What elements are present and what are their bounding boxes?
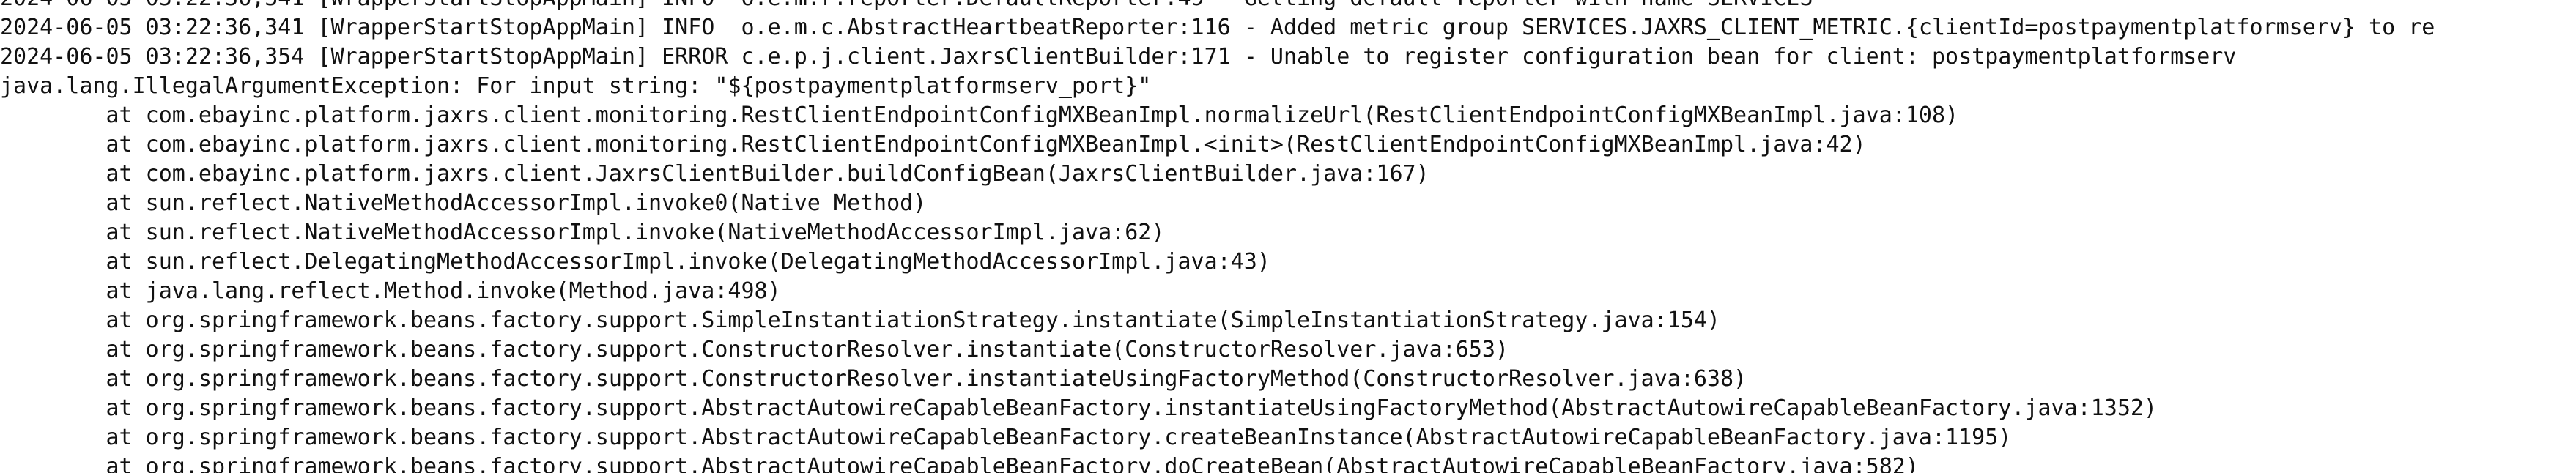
stack-frame-8: at org.springframework.beans.factory.sup… bbox=[0, 337, 1509, 362]
log-line-0: 2024-06-05 03:22:36,341 [WrapperStartSto… bbox=[0, 0, 2576, 13]
stack-frame-12: at org.springframework.beans.factory.sup… bbox=[0, 454, 1919, 473]
log-line-3: java.lang.IllegalArgumentException: For … bbox=[0, 73, 1152, 99]
stack-frame-5: at sun.reflect.DelegatingMethodAccessorI… bbox=[0, 249, 1270, 275]
stack-frame-0: at com.ebayinc.platform.jaxrs.client.mon… bbox=[0, 103, 1959, 128]
log-line-1: 2024-06-05 03:22:36,341 [WrapperStartSto… bbox=[0, 15, 2435, 40]
log-output: 2024-06-05 03:22:36,341 [WrapperStartSto… bbox=[0, 0, 2576, 473]
stack-frame-3: at sun.reflect.NativeMethodAccessorImpl.… bbox=[0, 190, 927, 216]
stack-frame-1: at com.ebayinc.platform.jaxrs.client.mon… bbox=[0, 132, 1866, 157]
stack-frame-10: at org.springframework.beans.factory.sup… bbox=[0, 395, 2158, 421]
stack-frame-2: at com.ebayinc.platform.jaxrs.client.Jax… bbox=[0, 161, 1429, 187]
stack-frame-7: at org.springframework.beans.factory.sup… bbox=[0, 308, 1720, 333]
stack-frame-6: at java.lang.reflect.Method.invoke(Metho… bbox=[0, 278, 781, 304]
stack-frame-4: at sun.reflect.NativeMethodAccessorImpl.… bbox=[0, 220, 1165, 245]
log-line-2: 2024-06-05 03:22:36,354 [WrapperStartSto… bbox=[0, 44, 2237, 70]
stack-frame-9: at org.springframework.beans.factory.sup… bbox=[0, 366, 1747, 392]
stack-frame-11: at org.springframework.beans.factory.sup… bbox=[0, 425, 2012, 450]
